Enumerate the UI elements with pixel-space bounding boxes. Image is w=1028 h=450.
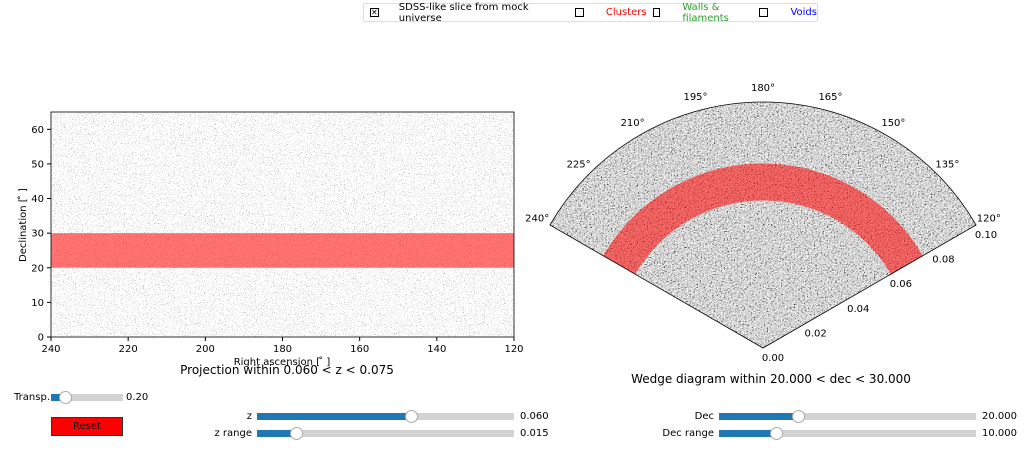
- projection-image: [51, 112, 514, 337]
- angle-tick-label: 150°: [881, 118, 905, 129]
- angle-tick-label: 195°: [683, 92, 707, 103]
- x-tick-label: 220: [119, 344, 138, 355]
- wedge-axes: 120° 135° 150° 165° 180° 195° 210° 225° 240° 0.00…: [525, 83, 1001, 386]
- transp-slider[interactable]: [51, 391, 123, 404]
- radial-tick-label: 0.08: [932, 255, 954, 266]
- z-label: z: [246, 411, 252, 422]
- angle-tick-label: 225°: [567, 160, 591, 171]
- y-tick-label: 10: [31, 298, 44, 309]
- z-range-slider[interactable]: [257, 427, 514, 440]
- y-tick-label: 50: [31, 159, 44, 170]
- wedge-title: Wedge diagram within 20.000 < dec < 30.0…: [631, 372, 911, 386]
- y-tick-label: 40: [31, 194, 44, 205]
- reset-button[interactable]: Reset: [51, 417, 123, 436]
- dec-value: 20.000: [982, 411, 1017, 422]
- slider-knob[interactable]: [769, 427, 783, 440]
- dec-label: Dec: [694, 411, 714, 422]
- projection-ylabel: Declination [ ̊ ]: [17, 188, 29, 262]
- dec-range-label: Dec range: [662, 428, 714, 439]
- z-slider[interactable]: [257, 410, 514, 423]
- radial-tick-label: 0.04: [847, 304, 869, 315]
- x-tick-label: 180: [273, 344, 292, 355]
- x-tick-label: 200: [196, 344, 215, 355]
- projection-axes: 240 220 200 180 160 140 1200102030405060 Right…: [17, 111, 524, 377]
- slider-knob[interactable]: [289, 427, 303, 440]
- radial-tick-label: 0.06: [890, 279, 912, 290]
- radial-tick-label: 0.00: [762, 353, 784, 364]
- radial-tick-label: 0.10: [975, 230, 997, 241]
- z-value: 0.060: [520, 411, 549, 422]
- wedge-image: [549, 102, 977, 349]
- angle-tick-label: 165°: [818, 92, 842, 103]
- y-tick-label: 30: [31, 229, 44, 240]
- radial-tick-label: 0.02: [804, 328, 826, 339]
- angle-tick-label: 210°: [621, 118, 645, 129]
- x-tick-label: 140: [427, 344, 446, 355]
- angle-tick-label: 120°: [977, 214, 1001, 225]
- dec-slider[interactable]: [719, 410, 976, 423]
- dec-range-value: 10.000: [982, 428, 1017, 439]
- angle-tick-label: 135°: [935, 160, 959, 171]
- y-tick-label: 0: [38, 333, 44, 344]
- z-range-value: 0.015: [520, 428, 549, 439]
- projection-title: Projection within 0.060 < z < 0.075: [180, 363, 394, 377]
- x-tick-label: 160: [350, 344, 369, 355]
- y-tick-label: 20: [31, 263, 44, 274]
- angle-tick-label: 240°: [525, 214, 549, 225]
- transp-label: Transp.: [14, 392, 50, 403]
- angle-tick-label: 180°: [751, 83, 775, 94]
- figure-canvas: 240 220 200 180 160 140 1200102030405060 Right…: [17, 83, 1001, 386]
- z-range-label: z range: [214, 428, 252, 439]
- dec-range-slider[interactable]: [719, 427, 976, 440]
- x-tick-label: 120: [504, 344, 523, 355]
- x-tick-label: 240: [41, 344, 60, 355]
- y-tick-label: 60: [31, 125, 44, 136]
- transp-value: 0.20: [126, 392, 149, 403]
- projection-band: [51, 233, 514, 268]
